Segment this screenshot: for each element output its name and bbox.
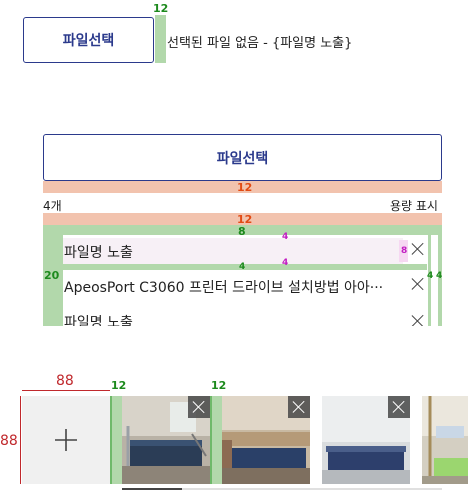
file-name-1: 파일명 노출 (64, 245, 133, 261)
gap-edge-a (110, 396, 112, 484)
file-name-3: 파일명 노출 (64, 315, 133, 326)
gap-label-top: 12 (153, 2, 169, 15)
gap-edge-b (210, 396, 212, 484)
width-dimension-line (22, 390, 110, 391)
gap-guide-top (155, 15, 166, 63)
scroll-indicator[interactable] (122, 488, 182, 490)
photo-thumbnail[interactable] (322, 396, 410, 484)
list-item-clipped: 파일명 노출 (63, 305, 427, 326)
close-icon[interactable] (411, 314, 425, 326)
row-gap-label-c: 4 (282, 258, 289, 268)
remove-photo-button[interactable] (188, 396, 210, 418)
file-select-label-mid: 파일선택 (216, 150, 269, 167)
photo-thumbnail[interactable] (122, 396, 210, 484)
close-icon[interactable] (411, 277, 425, 291)
plus-icon (55, 429, 77, 451)
scroll-track (182, 488, 442, 490)
photo-thumbnail[interactable] (222, 396, 310, 484)
row-gap-label-b: 4 (239, 262, 246, 272)
row-gap-label-a: 4 (282, 232, 289, 242)
file-select-button-top[interactable]: 파일선택 (23, 17, 154, 63)
file-size-total: 용량 표시 (390, 199, 438, 213)
close-icon (292, 400, 306, 414)
height-label: 88 (0, 433, 18, 449)
add-photo-button[interactable] (22, 396, 110, 484)
height-dimension-line (20, 396, 21, 484)
file-count: 4개 (43, 199, 62, 213)
remove-photo-button[interactable] (288, 396, 310, 418)
gap-label-bottom-a: 12 (111, 379, 127, 392)
file-select-button-mid[interactable]: 파일선택 (43, 134, 442, 181)
list-pad-label: 8 (238, 225, 246, 238)
file-status-text: 선택된 파일 없음 - {파일명 노출} (167, 36, 353, 51)
gap-label-mid-top: 12 (237, 181, 253, 194)
close-icon[interactable] (411, 242, 425, 256)
close-icon (192, 400, 206, 414)
right-gap-label-a: 4 (427, 271, 434, 281)
close-icon (392, 400, 406, 414)
gap-label-bottom-b: 12 (211, 379, 227, 392)
icon-gap-label: 8 (401, 246, 408, 256)
photo-thumbnail[interactable] (422, 396, 468, 484)
width-label: 88 (56, 373, 74, 389)
remove-photo-button[interactable] (388, 396, 410, 418)
file-select-label-top: 파일선택 (62, 33, 115, 49)
bed-image (422, 396, 468, 484)
left-gutter-label: 20 (44, 269, 60, 282)
right-gap-label-b: 4 (436, 271, 443, 281)
file-name-2: ApeosPort C3060 프린터 드라이브 설치방법 아아··· (64, 280, 384, 296)
